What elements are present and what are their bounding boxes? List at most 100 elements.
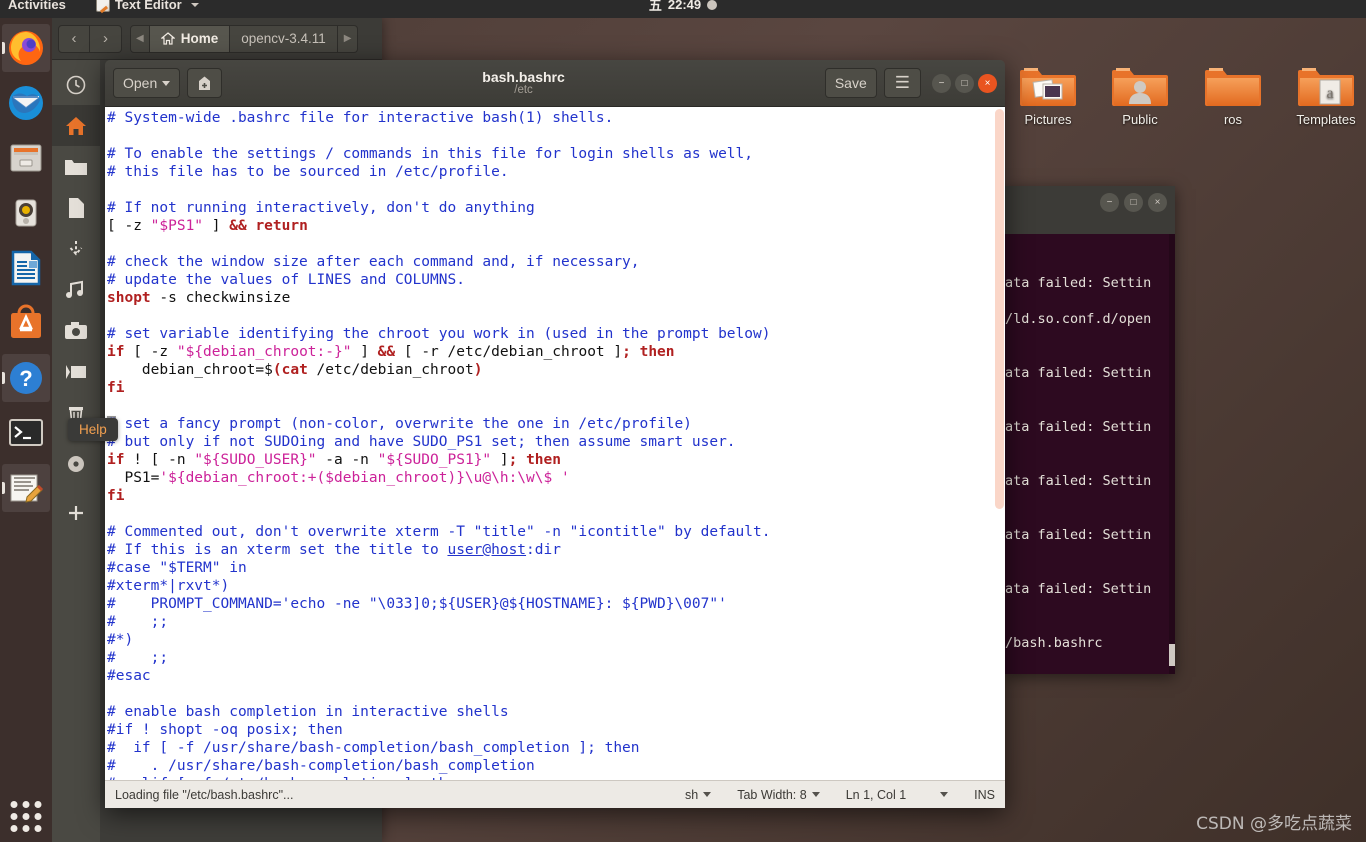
maximize-button[interactable]: □ [955,73,974,93]
download-icon [69,240,83,255]
code-token: # if [ -f /usr/share/bash-completion/bas… [107,740,640,756]
files-sidebar [52,60,100,842]
desktop-icon-label: Templates [1296,112,1356,127]
hamburger-menu-button[interactable]: ☰ [883,68,921,98]
clock-time: 22:49 [667,0,702,12]
chevron-down-icon [811,792,820,797]
sidebar-item-other-locations[interactable] [52,443,100,484]
dock-item-rhythmbox[interactable] [2,189,50,237]
code-line: fi [107,487,1005,505]
code-token: # enable bash completion in interactive … [107,704,509,720]
terminal-titlebar[interactable]: − □ × [1005,186,1175,234]
cursor-position[interactable]: Ln 1, Col 1 [846,788,906,802]
code-line: # ;; [107,613,1005,631]
terminal-window[interactable]: − □ × ata failed: Settin /ld.so.conf.d/o… [1005,186,1175,674]
breadcrumb-scroll-right[interactable]: ▶ [337,24,359,53]
breadcrumb-item-opencv[interactable]: opencv-3.4.11 [230,24,338,53]
code-token: fi [107,380,125,396]
source-code[interactable]: # System-wide .bashrc file for interacti… [105,107,1005,780]
desktop-icon-public[interactable]: Public [1094,62,1186,127]
sidebar-item-music[interactable] [52,269,100,310]
sidebar-item-videos[interactable] [52,351,100,392]
code-token: #case "$TERM" in [107,560,247,576]
text-editor-window[interactable]: Open bash.bashrc /etc Save ☰ − □ × # Sys… [105,60,1005,808]
editor-headerbar: Open bash.bashrc /etc Save ☰ − □ × [105,60,1005,107]
save-button[interactable]: Save [824,68,877,98]
position-dropdown[interactable] [940,792,949,797]
app-menu[interactable]: Text Editor [95,0,199,12]
dock-item-files[interactable] [2,134,50,182]
terminal-maximize-button[interactable]: □ [1124,193,1143,212]
open-button[interactable]: Open [113,68,181,98]
chevron-down-icon [162,80,171,86]
editor-scrollbar[interactable] [993,107,1005,780]
dock-item-ubuntu-software[interactable] [2,299,50,347]
new-document-button[interactable] [187,68,223,98]
dock-item-help[interactable]: ? [2,354,50,402]
breadcrumb-item-home[interactable]: Home [149,24,231,53]
language-selector[interactable]: sh [685,788,712,802]
forward-button[interactable]: › [90,24,122,53]
code-token: cat [281,362,308,378]
editor-text-area[interactable]: # System-wide .bashrc file for interacti… [105,107,1005,780]
desktop-icon-templates[interactable]: a Templates [1280,62,1366,127]
code-token: [ -r /etc/debian_chroot ] [395,344,623,360]
code-line: # elif [ -f /etc/bash_completion ]; then [107,775,1005,780]
dock-item-text-editor[interactable] [2,464,50,512]
code-token: #*) [107,632,134,648]
close-button[interactable]: × [978,73,997,93]
terminal-minimize-button[interactable]: − [1100,193,1119,212]
code-token: ; then [622,344,675,360]
notification-dot-icon [707,0,718,10]
dock-item-firefox[interactable] [2,24,50,72]
sidebar-item-desktop[interactable] [52,187,100,228]
text-editor-icon [95,0,110,12]
code-token: '${debian_chroot:+($debian_chroot)}\u@\h… [159,470,570,486]
dock-item-libreoffice-writer[interactable] [2,244,50,292]
back-button[interactable]: ‹ [58,24,90,53]
code-token: debian_chroot=$ [107,362,273,378]
svg-text:?: ? [19,366,32,391]
text-editor-icon [10,474,44,503]
camera-icon [65,321,87,339]
breadcrumb-scroll-left[interactable]: ◀ [130,24,150,53]
sidebar-item-recent[interactable] [52,64,100,105]
terminal-close-button[interactable]: × [1148,193,1167,212]
clock-day: 五 [648,0,662,13]
sidebar-item-pictures[interactable] [52,310,100,351]
activities-button[interactable]: Activities [8,0,66,12]
code-line: # If this is an xterm set the title to u… [107,541,1005,559]
svg-text:a: a [1326,85,1333,102]
clock[interactable]: 五 22:49 [608,0,758,14]
show-applications-button[interactable] [10,801,42,832]
sidebar-item-documents[interactable] [52,146,100,187]
tab-width-selector[interactable]: Tab Width: 8 [737,788,820,802]
help-icon: ? [10,362,42,394]
desktop-icon-label: Public [1122,112,1158,127]
dock-item-thunderbird[interactable] [2,79,50,127]
minimize-button[interactable]: − [932,73,951,93]
desktop-icon-ros[interactable]: ros [1187,62,1279,127]
terminal-output[interactable]: ata failed: Settin /ld.so.conf.d/open at… [1005,234,1175,674]
terminal-line: ata failed: Settin [1005,473,1152,489]
editor-window-controls: − □ × [932,73,997,93]
sidebar-item-add-bookmark[interactable] [52,492,100,533]
tooltip-help: Help [68,418,118,441]
folder-icon [65,159,87,175]
terminal-scrollbar[interactable] [1169,234,1175,674]
clock-icon [66,75,86,94]
sidebar-item-home[interactable] [52,105,100,146]
terminal-line: ata failed: Settin [1005,419,1152,435]
code-token: # set variable identifying the chroot yo… [107,326,771,342]
desktop-icon-pictures[interactable]: Pictures [1002,62,1094,127]
dock-item-terminal[interactable] [2,409,50,457]
code-token: user@host [447,542,527,558]
code-token: ] [203,218,230,234]
sidebar-item-downloads[interactable] [52,228,100,269]
